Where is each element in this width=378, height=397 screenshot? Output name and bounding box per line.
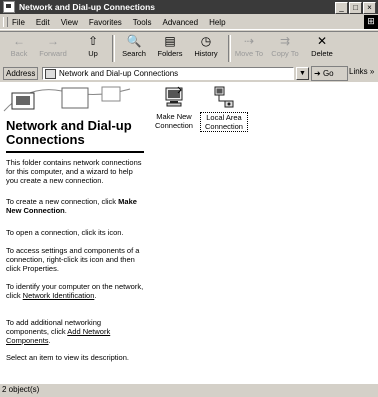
copy-to-label: Copy To bbox=[271, 49, 299, 58]
window-title: Network and Dial-up Connections bbox=[19, 2, 156, 12]
up-button[interactable]: ⇧ Up bbox=[80, 34, 106, 58]
forward-label: Forward bbox=[39, 49, 67, 58]
back-label: Back bbox=[10, 49, 28, 58]
close-button[interactable]: × bbox=[363, 2, 376, 14]
menu-grip[interactable] bbox=[3, 17, 8, 27]
go-button[interactable]: ➜ Go bbox=[311, 66, 348, 81]
toolbar-separator bbox=[112, 35, 115, 62]
back-arrow-icon: ← bbox=[13, 34, 25, 48]
add-components-hint-end: . bbox=[48, 336, 51, 345]
folders-icon: ▤ bbox=[164, 34, 176, 48]
maximize-button[interactable]: □ bbox=[349, 2, 362, 14]
network-banner-icon bbox=[3, 86, 131, 112]
panel-select-hint: Select an item to view its description. bbox=[6, 353, 129, 362]
minimize-button[interactable]: _ bbox=[335, 2, 348, 14]
search-button[interactable]: 🔍 Search bbox=[118, 34, 150, 58]
panel-title: Network and Dial-up Connections bbox=[6, 118, 132, 147]
make-new-connection-item[interactable]: Make New Connection bbox=[150, 86, 198, 130]
move-to-label: Move To bbox=[234, 49, 264, 58]
panel-open-hint: To open a connection, click its icon. bbox=[6, 228, 124, 237]
title-bar[interactable]: Network and Dial-up Connections _ □ × bbox=[0, 0, 378, 14]
window-controls: _ □ × bbox=[335, 2, 376, 14]
go-label: Go bbox=[322, 69, 334, 78]
create-hint-text: To create a new connection, click bbox=[6, 197, 119, 206]
panel-description: This folder contains network connections… bbox=[6, 158, 142, 185]
network-folder-icon bbox=[3, 1, 15, 13]
menu-view[interactable]: View bbox=[61, 18, 78, 27]
history-button[interactable]: ◷ History bbox=[190, 34, 222, 58]
up-label: Up bbox=[88, 49, 98, 58]
windows-logo-icon: ⊞ bbox=[364, 15, 378, 29]
back-button[interactable]: ← Back bbox=[6, 34, 32, 58]
copy-to-button[interactable]: ⇉ Copy To bbox=[268, 34, 302, 58]
panel-properties-hint: To access settings and components of a c… bbox=[6, 246, 140, 273]
panel-add-components-hint: To add additional networking components,… bbox=[6, 318, 144, 345]
panel-identify-hint: To identify your computer on the network… bbox=[6, 282, 144, 300]
explorer-window: Network and Dial-up Connections _ □ × Fi… bbox=[0, 0, 378, 397]
address-value: Network and Dial-up Connections bbox=[59, 69, 179, 78]
local-area-connection-item[interactable]: Local Area Connection bbox=[200, 86, 248, 132]
history-label: History bbox=[194, 49, 218, 58]
menu-file[interactable]: File bbox=[12, 18, 25, 27]
panel-divider bbox=[6, 151, 144, 153]
make-new-connection-label: Make New Connection bbox=[155, 112, 193, 130]
address-bar: Address Network and Dial-up Connections … bbox=[0, 65, 378, 81]
folders-label: Folders bbox=[157, 49, 183, 58]
status-bar: 2 object(s) bbox=[0, 383, 378, 397]
standard-toolbar: ← Back → Forward ⇧ Up 🔍 Search ▤ Folders… bbox=[0, 31, 378, 66]
identify-hint-end: . bbox=[94, 291, 97, 300]
go-arrow-icon: ➜ bbox=[314, 69, 321, 78]
menu-tools[interactable]: Tools bbox=[133, 18, 152, 27]
menu-favorites[interactable]: Favorites bbox=[89, 18, 122, 27]
local-area-connection-label: Local Area Connection bbox=[200, 112, 248, 132]
links-button[interactable]: Links » bbox=[349, 67, 374, 76]
delete-button[interactable]: ✕ Delete bbox=[305, 34, 339, 58]
copy-to-icon: ⇉ bbox=[279, 34, 291, 48]
menu-edit[interactable]: Edit bbox=[36, 18, 50, 27]
folder-view: Network and Dial-up Connections This fol… bbox=[0, 82, 378, 383]
panel-create-hint: To create a new connection, click Make N… bbox=[6, 197, 144, 215]
local-area-connection-icon bbox=[214, 86, 234, 108]
menu-help[interactable]: Help bbox=[209, 18, 225, 27]
menu-advanced[interactable]: Advanced bbox=[162, 18, 198, 27]
make-new-connection-icon bbox=[165, 86, 183, 107]
folders-button[interactable]: ▤ Folders bbox=[153, 34, 187, 58]
address-input[interactable]: Network and Dial-up Connections bbox=[42, 67, 294, 80]
delete-icon: ✕ bbox=[316, 34, 328, 48]
status-text: 2 object(s) bbox=[2, 385, 40, 394]
up-folder-icon: ⇧ bbox=[87, 34, 99, 48]
move-to-icon: ⇢ bbox=[243, 34, 255, 48]
delete-label: Delete bbox=[311, 49, 333, 58]
network-identification-link[interactable]: Network Identification bbox=[23, 291, 95, 300]
history-icon: ◷ bbox=[200, 34, 212, 48]
webview-info-panel: Network and Dial-up Connections This fol… bbox=[0, 82, 148, 383]
network-folder-small-icon bbox=[45, 68, 56, 79]
search-icon: 🔍 bbox=[126, 34, 142, 48]
address-label: Address bbox=[3, 66, 39, 80]
forward-arrow-icon: → bbox=[47, 34, 59, 48]
toolbar-separator bbox=[228, 35, 231, 62]
forward-button[interactable]: → Forward bbox=[36, 34, 70, 58]
move-to-button[interactable]: ⇢ Move To bbox=[232, 34, 266, 58]
create-hint-end: . bbox=[64, 206, 67, 215]
search-label: Search bbox=[122, 49, 146, 58]
menu-bar: File Edit View Favorites Tools Advanced … bbox=[0, 15, 378, 30]
address-dropdown-button[interactable]: ▼ bbox=[296, 67, 309, 80]
